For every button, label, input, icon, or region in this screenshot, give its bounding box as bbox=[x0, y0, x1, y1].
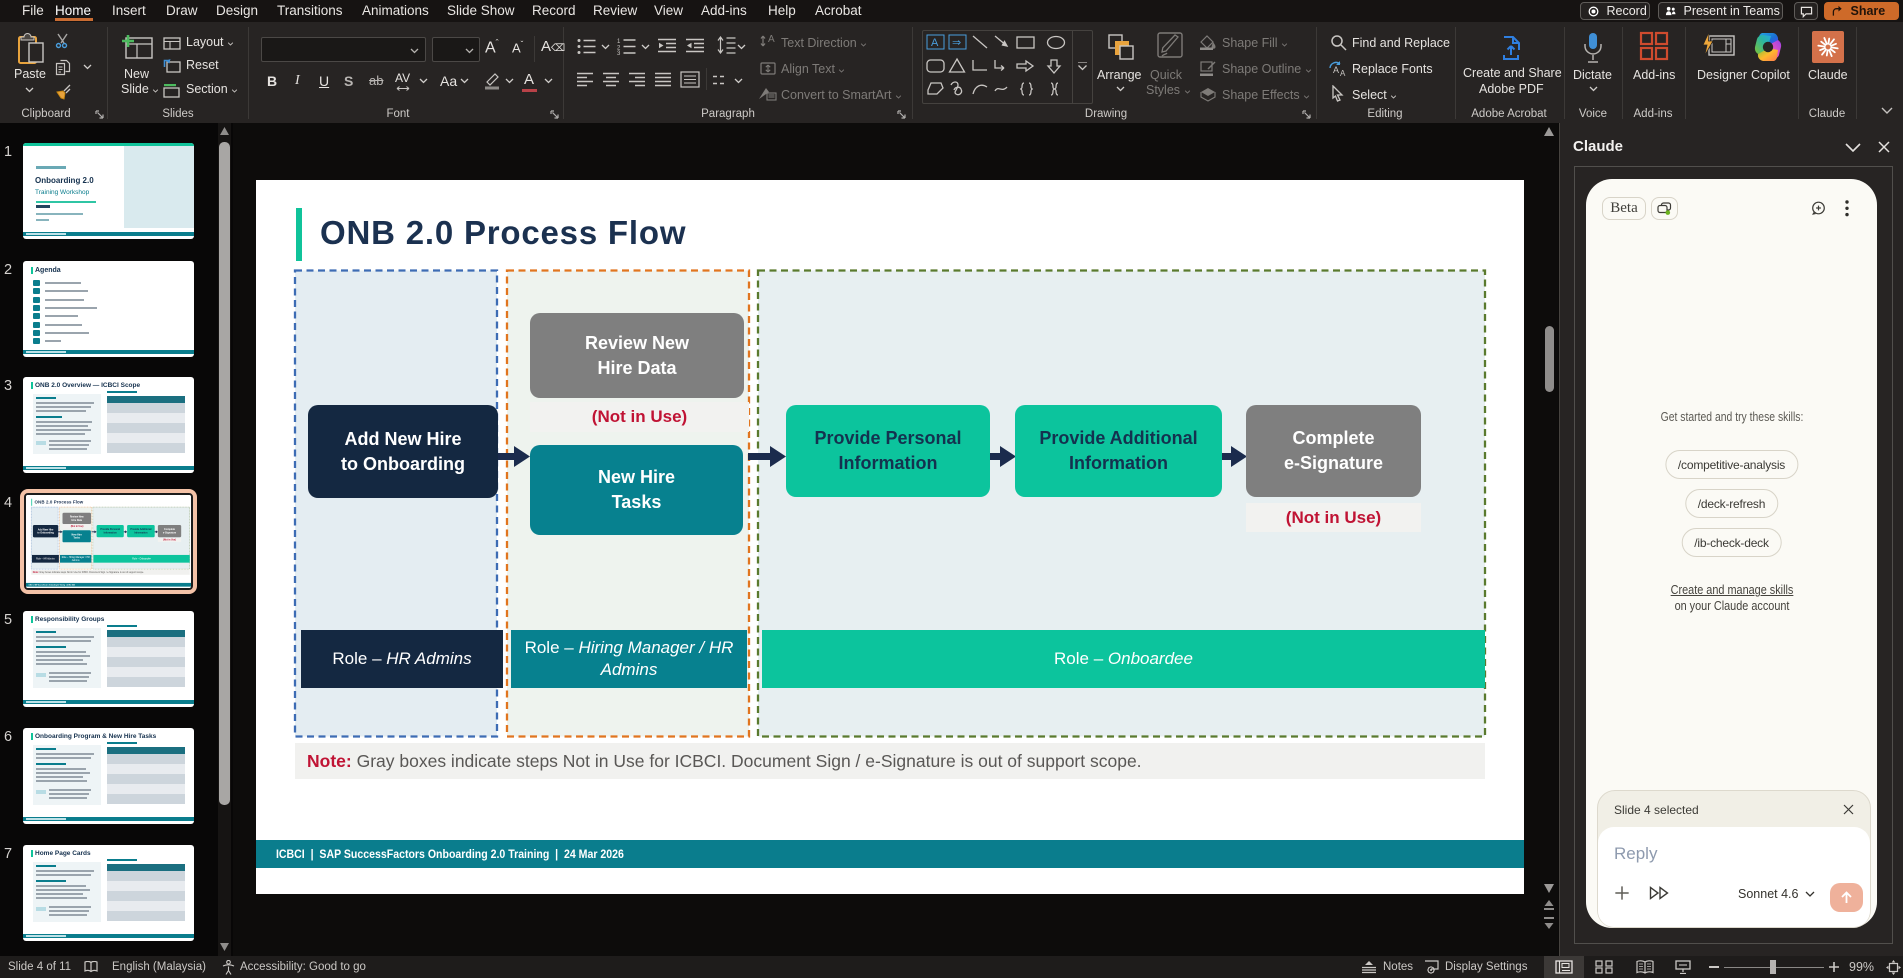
svg-text:3: 3 bbox=[617, 51, 621, 55]
svg-text:A: A bbox=[931, 37, 939, 49]
svg-text:A: A bbox=[1333, 65, 1339, 75]
svg-text:1: 1 bbox=[617, 39, 621, 45]
svg-text:A: A bbox=[768, 34, 775, 45]
svg-text:⇒: ⇒ bbox=[952, 37, 961, 49]
svg-text:A: A bbox=[1340, 69, 1346, 77]
